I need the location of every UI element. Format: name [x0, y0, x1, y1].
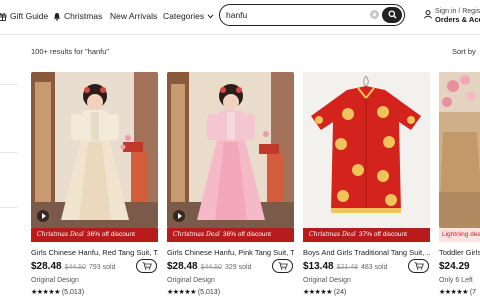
rating: ★★★★★ (7	[439, 288, 476, 296]
search-icon	[387, 10, 397, 19]
deal-banner: Christmas Deal 36% off discount	[31, 228, 158, 242]
rating: ★★★★★ (5,013)	[31, 288, 84, 296]
product-price: $28.48	[31, 261, 62, 272]
product-image[interactable]	[303, 72, 430, 228]
product-card[interactable]: Christmas Deal 36% off discount Girls Ch…	[31, 72, 158, 300]
filter-divider	[0, 84, 18, 85]
sort-by-dropdown[interactable]: Sort by	[452, 47, 476, 56]
original-price: $21.48	[336, 264, 359, 271]
rating-stars: ★★★★★	[167, 289, 196, 296]
rating: ★★★★★ (24)	[303, 288, 346, 296]
price-row: $28.48 $44.50 329 sold	[167, 261, 251, 275]
gift-icon	[0, 12, 7, 21]
nav-categories-label: Categories	[163, 11, 205, 21]
results-count: 100+ results for "hanfu"	[31, 47, 110, 56]
cart-icon	[142, 262, 152, 270]
original-price: $44.50	[200, 264, 223, 271]
add-to-cart-button[interactable]	[272, 259, 293, 273]
header-divider	[0, 34, 480, 35]
sold-count: 329 sold	[225, 264, 252, 271]
deal-banner: Christmas Deal 37% off discount	[303, 228, 430, 242]
product-price: $13.48	[303, 261, 334, 272]
review-count: (5,013)	[61, 289, 85, 296]
deal-name: Christmas Deal	[309, 231, 356, 238]
product-price: $28.48	[167, 261, 198, 272]
rating-stars: ★★★★★	[31, 289, 60, 296]
product-image[interactable]	[31, 72, 158, 228]
product-title[interactable]: Boys And Girls Traditional Tang Suit, ..…	[303, 248, 430, 257]
nav-gift-guide-label: Gift Guide	[10, 11, 49, 21]
nav-gift-guide[interactable]: Gift Guide	[0, 9, 48, 23]
deal-name: Christmas Deal	[173, 231, 220, 238]
rating-stars: ★★★★★	[439, 289, 468, 296]
product-card[interactable]: Lightning deal Toddler Girls Chinese Han…	[439, 72, 480, 300]
search-button[interactable]	[382, 6, 402, 23]
search-bar	[219, 4, 405, 26]
play-video-icon[interactable]	[37, 210, 49, 222]
nav-new-arrivals-label: New Arrivals	[110, 11, 158, 21]
rating-stars: ★★★★★	[303, 289, 332, 296]
clear-search-icon[interactable]	[370, 10, 379, 19]
add-to-cart-button[interactable]	[136, 259, 157, 273]
review-count: (24)	[333, 289, 347, 296]
product-photo	[303, 72, 430, 228]
review-count: (5,013)	[197, 289, 221, 296]
rating: ★★★★★ (5,013)	[167, 288, 220, 296]
product-photo	[167, 72, 294, 228]
deal-name: Lightning deal	[442, 231, 480, 238]
sold-count: 483 sold	[361, 264, 388, 271]
deal-discount: 36% off discount	[223, 231, 271, 238]
deal-discount: 37% off discount	[359, 231, 407, 238]
stock-label: Only 6 Left	[439, 277, 473, 284]
cart-icon	[278, 262, 288, 270]
cart-icon	[414, 262, 424, 270]
brand-label: Original Design	[31, 277, 79, 284]
price-row: $24.29	[439, 261, 470, 275]
product-title[interactable]: Toddler Girls Chinese Hanfu	[439, 248, 480, 257]
nav-christmas[interactable]: Christmas	[53, 9, 102, 23]
product-image[interactable]	[167, 72, 294, 228]
deal-discount: 36% off discount	[87, 231, 135, 238]
product-title[interactable]: Girls Chinese Hanfu, Red Tang Suit, T...	[31, 248, 158, 257]
search-input[interactable]	[226, 8, 366, 22]
orders-account-link[interactable]: Orders & Account	[435, 16, 480, 24]
deal-banner: Christmas Deal 36% off discount	[167, 228, 294, 242]
product-price: $24.29	[439, 261, 470, 272]
nav-categories[interactable]: Categories	[163, 9, 214, 23]
brand-label: Original Design	[303, 277, 351, 284]
product-photo	[31, 72, 158, 228]
user-icon	[424, 10, 432, 19]
bell-icon	[53, 12, 61, 21]
deal-name: Christmas Deal	[37, 231, 84, 238]
play-video-icon[interactable]	[173, 210, 185, 222]
account-menu[interactable]: Sign in / Register Orders & Account	[424, 7, 480, 27]
nav-christmas-label: Christmas	[64, 11, 103, 21]
product-image[interactable]	[439, 72, 480, 228]
chevron-down-icon	[207, 14, 214, 19]
product-card[interactable]: Christmas Deal 36% off discount Girls Ch…	[167, 72, 294, 300]
nav-new-arrivals[interactable]: New Arrivals	[110, 9, 157, 23]
top-navigation: Gift Guide Christmas New Arrivals Catego…	[0, 0, 480, 31]
price-row: $28.48 $44.50 793 sold	[31, 261, 115, 275]
product-photo	[439, 72, 480, 228]
deal-banner: Lightning deal	[439, 228, 480, 242]
price-row: $13.48 $21.48 483 sold	[303, 261, 387, 275]
review-count: (7	[469, 289, 477, 296]
filter-divider	[0, 152, 18, 153]
product-title[interactable]: Girls Chinese Hanfu, Pink Tang Suit, T..…	[167, 248, 294, 257]
brand-label: Original Design	[167, 277, 215, 284]
filter-divider	[0, 207, 18, 208]
product-card[interactable]: Christmas Deal 37% off discount Boys And…	[303, 72, 430, 300]
original-price: $44.50	[64, 264, 87, 271]
sold-count: 793 sold	[89, 264, 116, 271]
add-to-cart-button[interactable]	[408, 259, 429, 273]
